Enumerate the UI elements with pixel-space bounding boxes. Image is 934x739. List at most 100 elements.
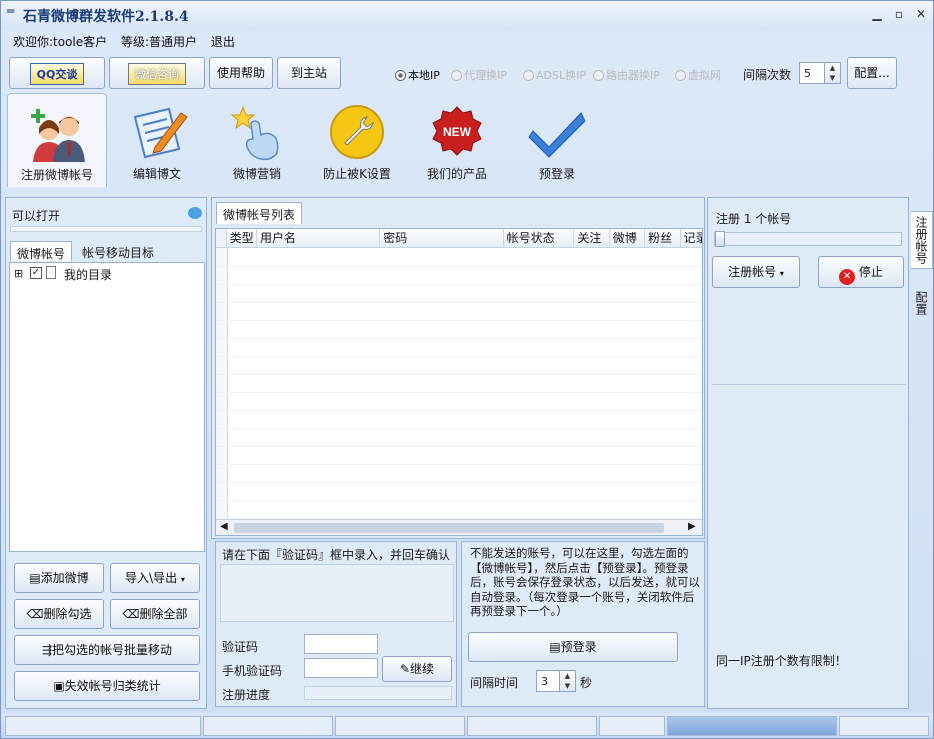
interval-time-value: 3 [541, 675, 548, 688]
app-title: 石青微博群发软件2.1.8.4 [23, 9, 189, 25]
import-export-button[interactable]: 导入\导出 ▾ [110, 563, 200, 593]
qq-chat-button[interactable]: QQ交谈 [9, 57, 105, 89]
stop-button[interactable]: ✕ 停止 [818, 256, 904, 288]
interval-time-stepper[interactable]: 3 ▲ ▼ [536, 670, 576, 692]
level-label: 等级: [120, 35, 150, 49]
table-row [216, 356, 702, 357]
scroll-right-icon[interactable]: ▶ [688, 521, 696, 532]
logout-link[interactable]: 退出 [211, 35, 235, 49]
account-tree: ⊞ ✓ 我的目录 [9, 262, 205, 552]
new-badge-text: NEW [443, 125, 472, 139]
table-row [216, 338, 702, 339]
tree-checkbox[interactable]: ✓ [30, 267, 42, 279]
captcha-image-area [220, 564, 454, 622]
radio-virtual-net[interactable]: 虚拟网 [675, 67, 721, 83]
status-segment [335, 716, 465, 736]
invalid-stats-button[interactable]: ▣失效帐号归类统计 [14, 671, 200, 701]
wrench-icon [330, 105, 384, 159]
main-window: ═ 石青微博群发软件2.1.8.4 ▁ ▫ ✕ 欢迎你:toole客户 等级:普… [0, 0, 934, 739]
tab-edit-post[interactable]: 编辑博文 [107, 93, 207, 187]
add-weibo-button[interactable]: ▤添加微博 [14, 563, 104, 593]
status-bar [1, 713, 933, 738]
wechat-consult-button[interactable]: 微信咨询 [109, 57, 205, 89]
col-fans[interactable]: 粉丝 [644, 229, 681, 248]
table-row [216, 482, 702, 483]
prelogin-panel: 不能发送的账号，可以在这里，勾选左面的【微博帐号】，然后点击【预登录】。预登录后… [461, 541, 705, 707]
tab-account-list[interactable]: 微博帐号列表 [216, 202, 303, 224]
register-count-slider[interactable] [714, 231, 902, 247]
edit-document-icon [133, 107, 188, 159]
right-panel: 注册 1 个帐号 注册帐号 ▾ ✕ 停止 同一IP注册个数有限制！ [707, 197, 909, 709]
add-icon: ▤ [29, 571, 41, 585]
side-tab-config[interactable]: 配置 [911, 287, 932, 319]
tab-account-move-target[interactable]: 帐号移动目标 [76, 241, 160, 261]
radio-proxy-ip[interactable]: 代理换IP [451, 67, 507, 83]
scroll-thumb[interactable] [234, 523, 664, 533]
table-row [216, 284, 702, 285]
dropdown-icon: ▾ [180, 575, 185, 584]
tab-our-products[interactable]: NEW 我们的产品 [407, 93, 507, 187]
table-row [216, 392, 702, 393]
user-level: 普通用户 [149, 35, 198, 49]
tab-register-account[interactable]: 注册微博帐号 [7, 93, 107, 187]
tab-weibo-marketing[interactable]: 微博营销 [207, 93, 307, 187]
horizontal-scrollbar[interactable]: ◀ ▶ [216, 519, 702, 535]
close-icon[interactable]: ✕ [911, 7, 931, 25]
col-records[interactable]: 记录 [680, 229, 702, 248]
minimize-icon[interactable]: ▁ [867, 7, 887, 25]
move-icon: ⇶ [41, 643, 53, 657]
col-type[interactable]: 类型 [226, 229, 257, 248]
phone-code-input[interactable] [304, 658, 378, 678]
spin-down-icon[interactable]: ▼ [560, 681, 575, 691]
eraser-icon: ⌫ [26, 607, 44, 621]
captcha-input[interactable] [304, 634, 378, 654]
tab-weibo-accounts[interactable]: 微博帐号 [10, 241, 73, 261]
radio-router-ip[interactable]: 路由器换IP [593, 67, 660, 83]
status-segment [203, 716, 333, 736]
spin-up-icon[interactable]: ▲ [560, 671, 575, 681]
prelogin-notice: 不能发送的账号，可以在这里，勾选左面的【微博帐号】，然后点击【预登录】。预登录后… [470, 546, 700, 618]
help-button[interactable]: 使用帮助 [209, 57, 273, 89]
tree-expander-icon[interactable]: ⊞ [14, 267, 23, 280]
radio-local-ip[interactable]: 本地IP [395, 67, 440, 83]
stop-icon: ✕ [839, 269, 856, 285]
slider-handle[interactable] [715, 231, 725, 247]
divider [712, 384, 906, 385]
toolbar: QQ交谈 微信咨询 使用帮助 到主站 本地IP 代理换IP ADSL换IP 路由… [7, 55, 931, 91]
radio-adsl-ip[interactable]: ADSL换IP [523, 67, 586, 83]
register-account-button[interactable]: 注册帐号 ▾ [712, 256, 800, 288]
col-status[interactable]: 帐号状态 [503, 229, 575, 248]
title-bar: ═ 石青微博群发软件2.1.8.4 ▁ ▫ ✕ [1, 1, 933, 31]
chat-bubble-icon [188, 207, 202, 219]
continue-button[interactable]: ✎继续 [382, 656, 452, 682]
interval-count-stepper[interactable]: 5 ▲ ▼ [799, 62, 841, 84]
main-tabs: 注册微博帐号 编辑博文 微博营销 防止被K设置 NEW 我们的产品 预登录 [5, 93, 931, 189]
status-progress [667, 716, 837, 736]
center-panel: 微博帐号列表 类型 用户名 密码 帐号状态 关注 微博 粉丝 记录 ◀ ▶ [211, 197, 705, 539]
delete-checked-button[interactable]: ⌫删除勾选 [14, 599, 104, 629]
spin-down-icon[interactable]: ▼ [825, 73, 840, 83]
config-button[interactable]: 配置... [847, 57, 897, 89]
side-tab-register[interactable]: 注册帐号 [911, 211, 933, 269]
spin-up-icon[interactable]: ▲ [825, 63, 840, 73]
tab-prelogin[interactable]: 预登录 [507, 93, 607, 187]
home-site-button[interactable]: 到主站 [277, 57, 341, 89]
col-password[interactable]: 密码 [379, 229, 504, 248]
system-menu-icon[interactable]: ═ [7, 5, 17, 17]
col-username[interactable]: 用户名 [256, 229, 381, 248]
pencil-icon: ✎ [399, 662, 411, 676]
batch-move-button[interactable]: ⇶把勾选的帐号批量移动 [14, 635, 200, 665]
welcome-label: 欢迎你: [13, 35, 54, 49]
prelogin-button[interactable]: ▤预登录 [468, 632, 678, 662]
login-icon: ▤ [549, 640, 561, 654]
row-header-strip [216, 248, 228, 520]
status-segment [839, 716, 929, 736]
col-follow[interactable]: 关注 [573, 229, 610, 248]
eraser-icon: ⌫ [122, 607, 140, 621]
delete-all-button[interactable]: ⌫删除全部 [110, 599, 200, 629]
tab-anti-ban-settings[interactable]: 防止被K设置 [307, 93, 407, 187]
phone-code-label: 手机验证码 [222, 664, 283, 678]
maximize-icon[interactable]: ▫ [889, 7, 909, 25]
col-weibo[interactable]: 微博 [609, 229, 646, 248]
scroll-left-icon[interactable]: ◀ [220, 521, 228, 532]
